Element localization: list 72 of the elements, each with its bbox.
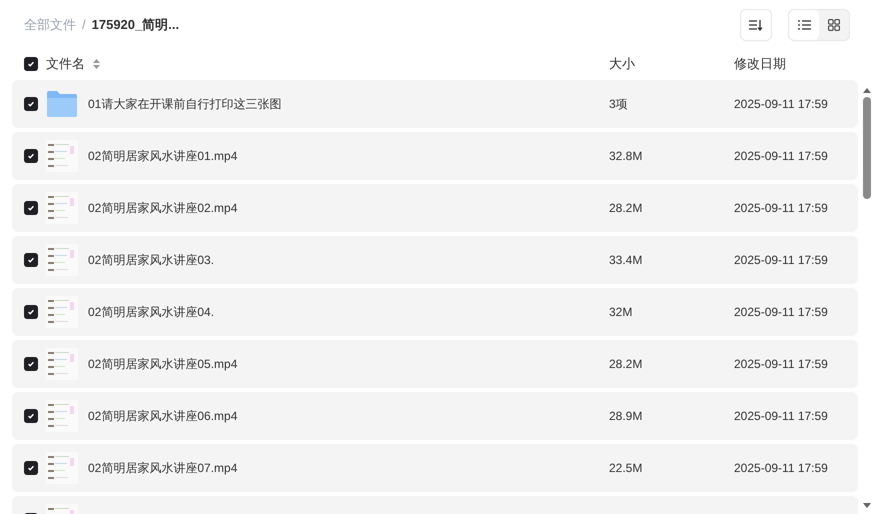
checkbox[interactable] bbox=[24, 409, 38, 423]
file-name: 02简明居家风水讲座04. bbox=[88, 304, 214, 321]
file-row[interactable]: 02简明居家风水讲座01.mp4 32.8M 2025-09-11 17:59 bbox=[12, 132, 858, 180]
sort-button[interactable] bbox=[740, 9, 772, 41]
video-thumbnail bbox=[46, 192, 78, 224]
check-icon bbox=[27, 464, 35, 472]
sort-arrows-icon[interactable] bbox=[93, 59, 100, 69]
file-size: 3项 bbox=[609, 96, 629, 113]
file-row[interactable]: 02简明居家风水讲座07.mp4 22.5M 2025-09-11 17:59 bbox=[12, 444, 858, 492]
file-row[interactable]: 02简明居家风水讲座02.mp4 28.2M 2025-09-11 17:59 bbox=[12, 184, 858, 232]
video-thumbnail bbox=[46, 140, 78, 172]
modified-date: 2025-09-11 17:59 bbox=[734, 96, 828, 113]
checkbox[interactable] bbox=[24, 149, 38, 163]
scrollbar-thumb[interactable] bbox=[863, 97, 871, 199]
file-name: 01请大家在开课前自行打印这三张图 bbox=[88, 96, 282, 113]
video-thumbnail bbox=[46, 348, 78, 380]
file-name: 02简明居家风水讲座05.mp4 bbox=[88, 356, 238, 373]
checkbox[interactable] bbox=[24, 253, 38, 267]
check-icon bbox=[27, 412, 35, 420]
video-thumbnail bbox=[46, 244, 78, 276]
video-thumbnail bbox=[46, 296, 78, 328]
column-header: 大小 bbox=[609, 55, 636, 74]
column-header: 修改日期 bbox=[734, 55, 786, 74]
breadcrumb-current: 175920_简明... bbox=[92, 16, 180, 34]
modified-date: 2025-09-11 17:59 bbox=[734, 304, 828, 321]
check-icon bbox=[27, 152, 35, 160]
checkbox[interactable] bbox=[24, 97, 38, 111]
checkbox[interactable] bbox=[24, 57, 38, 71]
file-size: 32.8M bbox=[609, 148, 644, 165]
list-icon bbox=[798, 20, 810, 30]
checkbox[interactable] bbox=[24, 357, 38, 371]
file-row[interactable]: 02简明居家风水讲座03. 33.4M 2025-09-11 17:59 bbox=[12, 236, 858, 284]
file-row[interactable]: 02简明居家风水讲座05.mp4 28.2M 2025-09-11 17:59 bbox=[12, 340, 858, 388]
file-name: 02简明居家风水讲座01.mp4 bbox=[88, 148, 238, 165]
file-name: 02简明居家风水讲座06.mp4 bbox=[88, 408, 238, 425]
check-icon bbox=[27, 360, 35, 368]
check-icon bbox=[27, 256, 35, 264]
file-size: 22.5M bbox=[609, 460, 644, 477]
checkbox[interactable] bbox=[24, 461, 38, 475]
modified-date: 2025-09-11 17:59 bbox=[734, 460, 828, 477]
modified-date: 2025-09-11 17:59 bbox=[734, 408, 828, 425]
file-name: 02简明居家风水讲座07.mp4 bbox=[88, 460, 238, 477]
checkbox[interactable] bbox=[24, 305, 38, 319]
video-thumbnail bbox=[46, 452, 78, 484]
folder-icon bbox=[46, 90, 78, 118]
file-size: 32M bbox=[609, 304, 634, 321]
file-size: 28.2M bbox=[609, 200, 644, 217]
scroll-down-icon[interactable] bbox=[863, 503, 871, 508]
scroll-up-icon[interactable] bbox=[863, 88, 871, 93]
file-name: 02简明居家风水讲座02.mp4 bbox=[88, 200, 238, 217]
grid-icon bbox=[828, 19, 840, 31]
file-size: 28.9M bbox=[609, 408, 644, 425]
sort-icon bbox=[749, 19, 763, 31]
breadcrumb-separator: / bbox=[82, 16, 86, 34]
view-mode-button[interactable] bbox=[789, 10, 819, 40]
file-size: 28.2M bbox=[609, 356, 644, 373]
check-icon bbox=[27, 204, 35, 212]
check-icon bbox=[27, 100, 35, 108]
checkbox[interactable] bbox=[24, 201, 38, 215]
video-thumbnail bbox=[46, 400, 78, 432]
file-row[interactable]: 02简明居家风水讲座06.mp4 28.9M 2025-09-11 17:59 bbox=[12, 392, 858, 440]
check-icon bbox=[27, 308, 35, 316]
file-size: 33.4M bbox=[609, 252, 644, 269]
file-row[interactable]: 02简明居家风水讲座04. 32M 2025-09-11 17:59 bbox=[12, 288, 858, 336]
modified-date: 2025-09-11 17:59 bbox=[734, 148, 828, 165]
modified-date: 2025-09-11 17:59 bbox=[734, 200, 828, 217]
file-row[interactable]: 01请大家在开课前自行打印这三张图 3项 2025-09-11 17:59 bbox=[12, 80, 858, 128]
file-name: 02简明居家风水讲座03. bbox=[88, 252, 214, 269]
modified-date: 2025-09-11 17:59 bbox=[734, 252, 828, 269]
column-header[interactable]: 文件名 bbox=[46, 54, 85, 74]
check-icon bbox=[27, 60, 35, 68]
modified-date: 2025-09-11 17:59 bbox=[734, 356, 828, 373]
